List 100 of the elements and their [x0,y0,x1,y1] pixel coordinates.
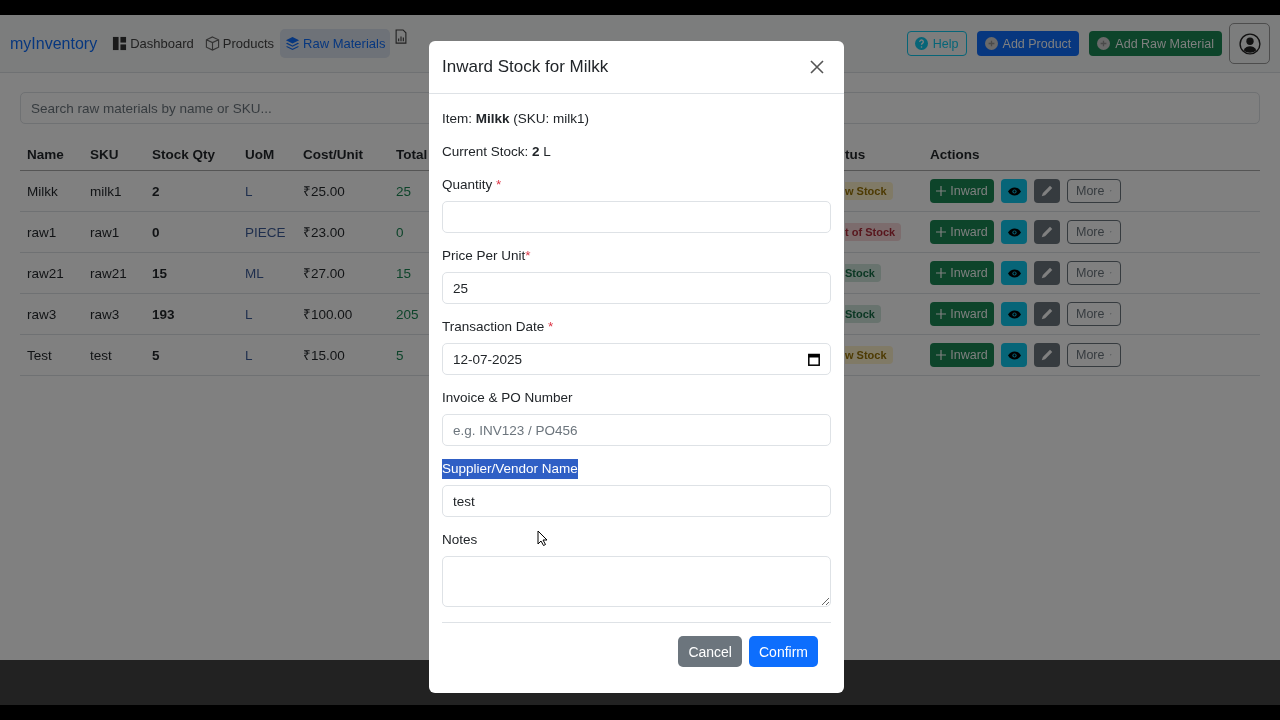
input-field[interactable]: 25 [442,272,831,304]
column-header: Cost/Unit [303,146,363,162]
plus-circle-icon [984,37,998,50]
more-button[interactable]: More [1067,302,1121,326]
eye-icon [1007,309,1021,319]
box-icon [204,36,220,51]
table-cell: Milkk [27,183,58,199]
nav-link[interactable]: Dashboard [107,29,199,58]
table-cell: raw21 [27,265,64,281]
table-cell: L [245,183,253,199]
view-button[interactable] [1001,343,1027,367]
more-button[interactable]: More [1067,179,1121,203]
plus-icon [936,268,947,278]
field-label: Invoice & PO Number [442,389,573,407]
input-field[interactable]: e.g. INV123 / PO456 [442,414,831,446]
view-button[interactable] [1001,220,1027,244]
table-cell: Test [27,347,52,363]
status-badge: Stock [845,264,881,282]
status-badge: t of Stock [845,223,902,241]
cancel-button[interactable]: Cancel [678,636,742,667]
table-cell-text: ₹27.00 [303,265,345,282]
plus-circle-icon [1097,37,1111,50]
table-cell-text: ₹15.00 [303,347,345,364]
table-cell: 2 [152,183,160,199]
view-button[interactable] [1001,261,1027,285]
info-text: Current Stock: 2 L [442,143,552,161]
table-cell: test [90,347,112,363]
inward-button[interactable]: Inward [930,302,994,326]
table-cell-text: ₹25.00 [303,183,345,200]
table-cell: ML [245,265,264,281]
table-cell: 205 [396,306,419,322]
edit-button[interactable] [1034,302,1060,326]
brand-name[interactable]: myInventory [10,34,98,53]
table-cell: raw1 [90,224,120,240]
edit-button[interactable] [1034,261,1060,285]
pencil-icon [1041,185,1053,197]
notes-field[interactable] [442,556,831,607]
edit-button[interactable] [1034,179,1060,203]
table-cell: 0 [152,224,160,240]
table-cell: raw21 [90,265,127,281]
view-button[interactable] [1001,179,1027,203]
more-button[interactable]: More [1067,343,1121,367]
field-label: Transaction Date * [442,318,554,336]
column-header: Name [27,146,64,162]
plus-icon [936,309,947,319]
edit-button[interactable] [1034,220,1060,244]
plus-icon [936,227,947,237]
table-cell: 5 [152,347,160,363]
table-cell: 0 [396,224,404,240]
column-header: UoM [245,146,275,162]
nav-link[interactable]: Products [199,29,280,58]
table-cell: 25 [396,183,412,199]
help-icon [914,37,928,50]
eye-icon [1007,268,1021,278]
field-label: Price Per Unit* [442,247,531,265]
more-button[interactable]: More [1067,220,1121,244]
nav-link[interactable]: Raw Materials [280,29,391,58]
column-header: Total [396,146,428,162]
column-header: SKU [90,146,119,162]
inward-button[interactable]: Inward [930,179,994,203]
account-button[interactable] [1229,23,1270,64]
column-header: Stock Qty [152,146,216,162]
date-field[interactable]: 12-07-2025 [442,343,831,375]
plus-icon [936,186,947,196]
status-badge: w Stock [845,182,893,200]
inward-button[interactable]: Inward [930,220,994,244]
confirm-button[interactable]: Confirm [749,636,818,667]
close-button[interactable] [810,60,824,74]
add-button[interactable]: Add Raw Material [1089,31,1222,56]
input-field[interactable]: test [442,485,831,517]
table-cell: L [245,306,253,322]
field-label: Supplier/Vendor Name [442,459,578,479]
view-button[interactable] [1001,302,1027,326]
table-cell: 193 [152,306,175,322]
input-field[interactable] [442,201,831,233]
table-cell-text: ₹100.00 [303,306,353,323]
eye-icon [1007,227,1021,237]
status-badge: w Stock [845,346,893,364]
inward-button[interactable]: Inward [930,343,994,367]
field-label: Notes [442,531,478,549]
eye-icon [1007,186,1021,196]
pencil-icon [1041,267,1053,279]
pencil-icon [1041,226,1053,238]
table-cell: L [245,347,253,363]
inward-button[interactable]: Inward [930,261,994,285]
status-badge: Stock [845,305,881,323]
table-cell: raw1 [27,224,57,240]
close-icon [810,60,824,74]
chart-icon[interactable] [395,29,408,44]
calendar-icon [808,352,820,366]
dashboard-icon [112,36,128,51]
table-cell: milk1 [90,183,122,199]
eye-icon [1007,350,1021,360]
column-header: Actions [930,146,980,162]
pencil-icon [1041,349,1053,361]
help-button[interactable]: Help [906,31,967,56]
edit-button[interactable] [1034,343,1060,367]
more-button[interactable]: More [1067,261,1121,285]
info-text: Item: Milkk (SKU: milk1) [442,110,591,128]
add-button[interactable]: Add Product [976,31,1080,56]
